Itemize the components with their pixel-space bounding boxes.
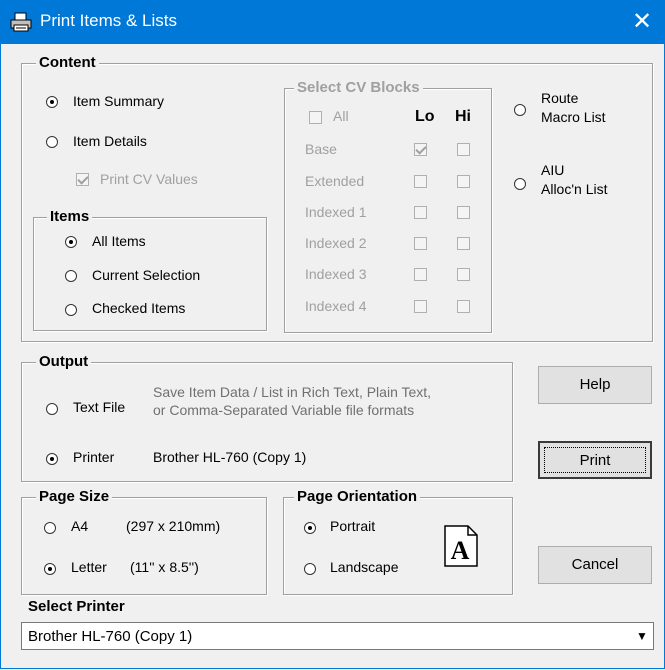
letter-radio[interactable] (44, 563, 56, 575)
route-macro-list-radio[interactable] (514, 104, 526, 116)
cv-row-indexed1-label: Indexed 1 (305, 204, 367, 220)
landscape-label[interactable]: Landscape (330, 559, 399, 575)
checked-items-radio[interactable] (65, 304, 77, 316)
cancel-button[interactable]: Cancel (538, 546, 652, 584)
portrait-page-icon: A (444, 525, 478, 567)
page-orientation-group (283, 497, 513, 595)
cv-row-indexed4-label: Indexed 4 (305, 298, 367, 314)
output-printer-name: Brother HL-760 (Copy 1) (153, 449, 307, 465)
page-orientation-legend: Page Orientation (294, 488, 421, 506)
cv-row-indexed2-label: Indexed 2 (305, 235, 367, 251)
text-file-radio[interactable] (46, 403, 58, 415)
select-printer-label: Select Printer (28, 598, 125, 615)
a4-dimensions: (297 x 210mm) (126, 518, 221, 534)
cv-indexed2-hi-checkbox[interactable] (457, 237, 470, 250)
title-bar: Print Items & Lists ✕ (0, 0, 665, 44)
item-summary-label[interactable]: Item Summary (73, 93, 164, 109)
item-summary-radio[interactable] (46, 96, 58, 108)
cv-base-hi-checkbox[interactable] (457, 143, 470, 156)
cv-indexed2-lo-checkbox[interactable] (414, 237, 427, 250)
portrait-label[interactable]: Portrait (330, 518, 375, 534)
all-items-radio[interactable] (65, 236, 77, 248)
aiu-alloc-list-radio[interactable] (514, 178, 526, 190)
item-details-label[interactable]: Item Details (73, 133, 147, 149)
print-cv-values-checkbox[interactable] (76, 173, 89, 186)
cv-indexed4-hi-checkbox[interactable] (457, 300, 470, 313)
cv-indexed4-lo-checkbox[interactable] (414, 300, 427, 313)
route-label-line1[interactable]: Route (541, 90, 578, 106)
close-button[interactable]: ✕ (619, 0, 665, 44)
a4-label[interactable]: A4 (71, 518, 88, 534)
cv-indexed3-lo-checkbox[interactable] (414, 268, 427, 281)
all-items-label[interactable]: All Items (92, 233, 146, 249)
cv-extended-lo-checkbox[interactable] (414, 175, 427, 188)
output-legend: Output (36, 353, 92, 371)
aiu-label-line1[interactable]: AIU (541, 162, 564, 178)
current-selection-label[interactable]: Current Selection (92, 267, 200, 283)
a4-radio[interactable] (44, 522, 56, 534)
item-details-radio[interactable] (46, 136, 58, 148)
page-size-group (21, 497, 267, 595)
cv-all-checkbox[interactable] (309, 111, 322, 124)
printer-label[interactable]: Printer (73, 449, 114, 465)
text-file-description-line1: Save Item Data / List in Rich Text, Plai… (153, 384, 432, 400)
cv-indexed1-hi-checkbox[interactable] (457, 206, 470, 219)
lo-header: Lo (415, 108, 435, 125)
print-cv-values-label[interactable]: Print CV Values (100, 171, 198, 187)
text-file-label[interactable]: Text File (73, 399, 125, 415)
window-title: Print Items & Lists (40, 11, 177, 30)
cv-row-extended-label: Extended (305, 173, 365, 189)
current-selection-radio[interactable] (65, 270, 77, 282)
portrait-page-icon-letter: A (451, 536, 470, 565)
items-legend: Items (47, 208, 93, 226)
aiu-label-line2[interactable]: Alloc'n List (541, 181, 607, 197)
cv-indexed1-lo-checkbox[interactable] (414, 206, 427, 219)
letter-label[interactable]: Letter (71, 559, 107, 575)
cv-base-lo-checkbox[interactable] (414, 143, 427, 156)
page-size-legend: Page Size (36, 488, 113, 506)
hi-header: Hi (455, 108, 471, 125)
portrait-radio[interactable] (304, 522, 316, 534)
cv-row-indexed3-label: Indexed 3 (305, 266, 367, 282)
printer-icon (10, 12, 32, 32)
print-button-label[interactable]: Print (544, 447, 646, 473)
cv-row-base-label: Base (305, 141, 337, 157)
printer-radio[interactable] (46, 453, 58, 465)
print-button[interactable]: Print (538, 441, 652, 479)
landscape-radio[interactable] (304, 563, 316, 575)
help-button[interactable]: Help (538, 366, 652, 404)
cv-blocks-legend: Select CV Blocks (294, 79, 423, 97)
cv-indexed3-hi-checkbox[interactable] (457, 268, 470, 281)
letter-dimensions: (11'' x 8.5'') (130, 559, 199, 575)
route-label-line2[interactable]: Macro List (541, 109, 606, 125)
checked-items-label[interactable]: Checked Items (92, 300, 185, 316)
chevron-down-icon[interactable]: ▼ (631, 623, 653, 649)
cv-extended-hi-checkbox[interactable] (457, 175, 470, 188)
cv-all-label[interactable]: All (333, 108, 349, 124)
printer-select[interactable]: Brother HL-760 (Copy 1) ▼ (21, 622, 654, 650)
content-legend: Content (36, 54, 99, 72)
text-file-description-line2: or Comma-Separated Variable file formats (153, 402, 415, 418)
printer-select-value: Brother HL-760 (Copy 1) (28, 628, 193, 645)
